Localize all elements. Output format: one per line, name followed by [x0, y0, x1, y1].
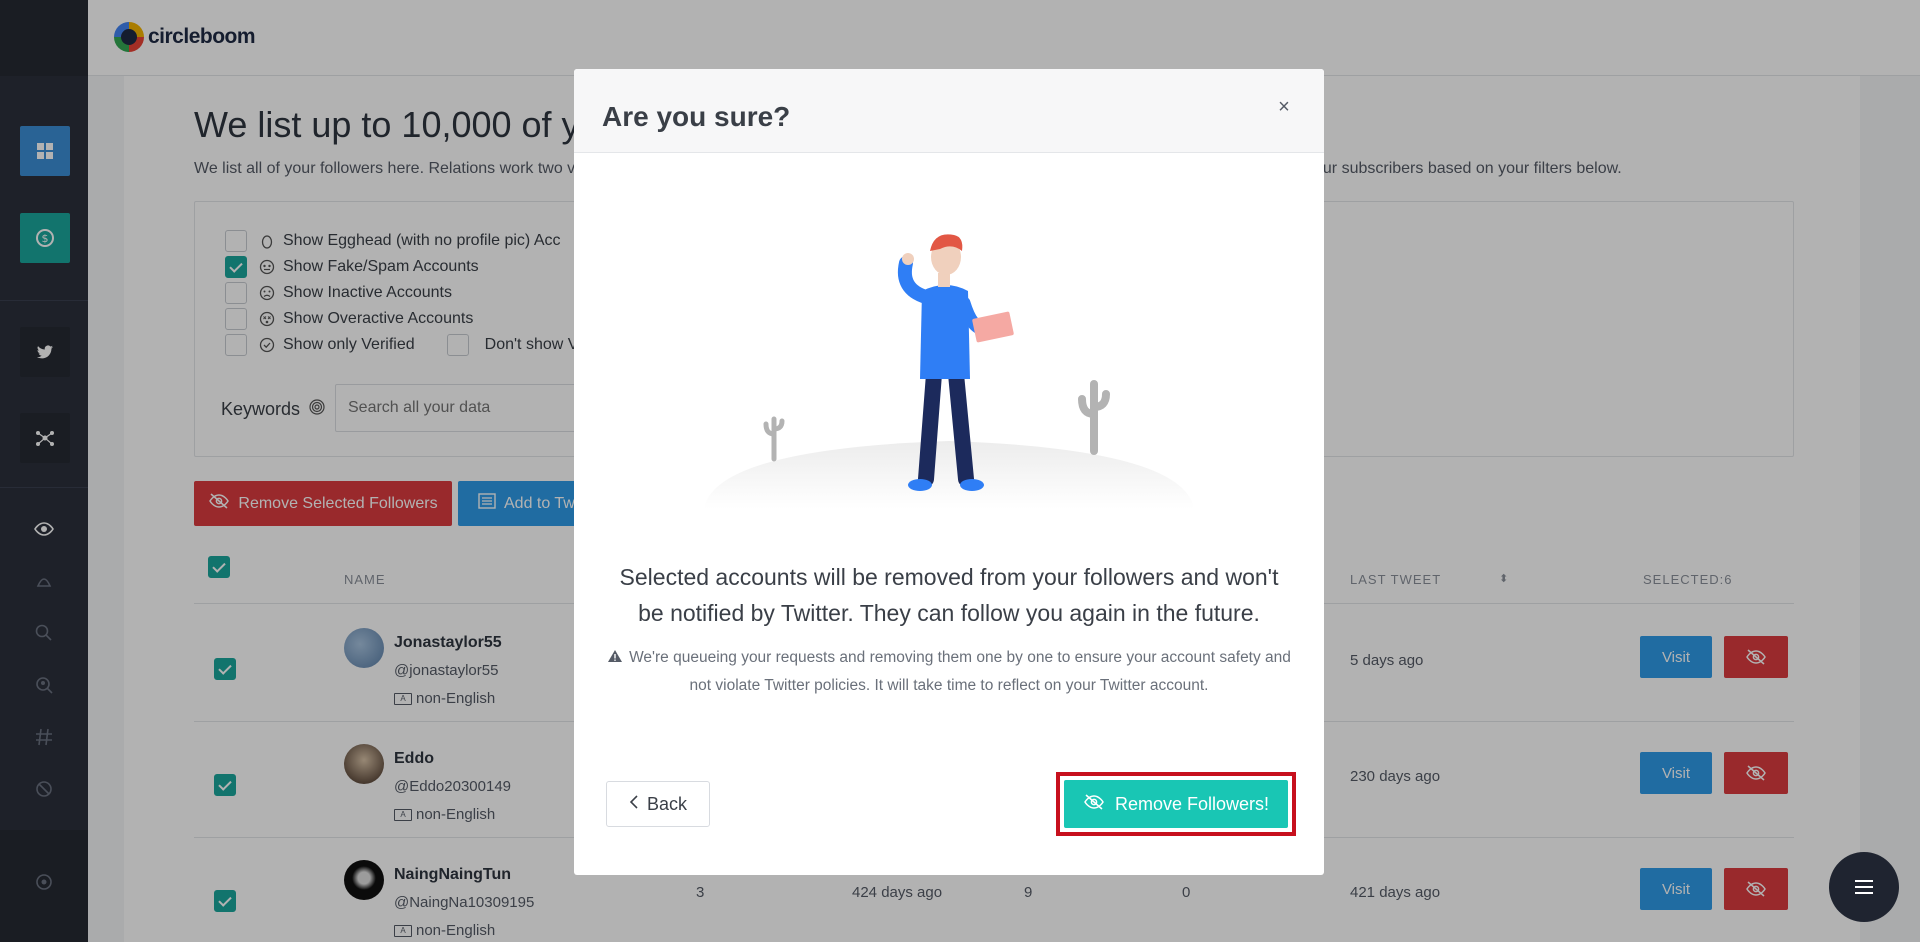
- eye-slash-icon: [1083, 793, 1105, 816]
- dialog-note: We're queueing your requests and removin…: [604, 644, 1294, 700]
- floating-menu-button[interactable]: [1829, 852, 1899, 922]
- warning-icon: [608, 650, 623, 662]
- dialog-message: Selected accounts will be removed from y…: [619, 564, 1279, 626]
- chevron-left-icon: [629, 794, 639, 815]
- dialog-note-text: We're queueing your requests and removin…: [629, 649, 1291, 694]
- hamburger-icon: [1855, 880, 1873, 894]
- remove-followers-label: Remove Followers!: [1114, 793, 1270, 814]
- back-button-label: Back: [646, 793, 688, 814]
- dialog-title: Are you sure?: [602, 101, 791, 132]
- confirm-dialog: Are you sure? × Selected accounts will b…: [574, 69, 1324, 875]
- close-icon[interactable]: ×: [1274, 96, 1294, 118]
- confirm-highlight: Remove Followers!: [1056, 772, 1296, 836]
- dialog-header: Are you sure? ×: [574, 69, 1324, 153]
- back-button[interactable]: Back: [606, 781, 710, 827]
- remove-followers-button[interactable]: Remove Followers!: [1064, 780, 1288, 828]
- confused-person-illustration: [704, 234, 1194, 509]
